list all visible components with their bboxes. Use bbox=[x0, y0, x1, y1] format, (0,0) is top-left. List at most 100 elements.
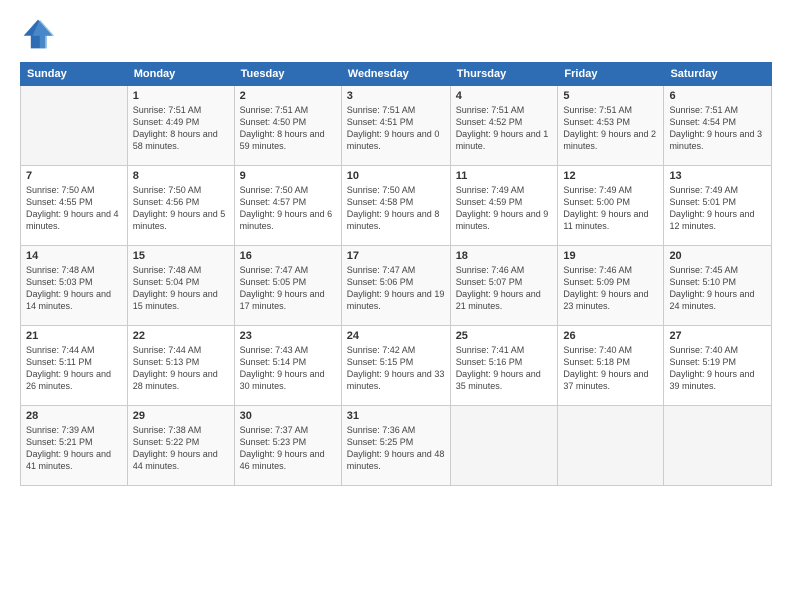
day-info: Sunrise: 7:50 AMSunset: 4:58 PMDaylight:… bbox=[347, 184, 445, 233]
calendar-week-5: 28 Sunrise: 7:39 AMSunset: 5:21 PMDayligh… bbox=[21, 406, 772, 486]
day-number: 10 bbox=[347, 170, 445, 182]
day-number: 21 bbox=[26, 330, 122, 342]
day-info: Sunrise: 7:38 AMSunset: 5:22 PMDaylight:… bbox=[133, 424, 229, 473]
day-number: 17 bbox=[347, 250, 445, 262]
day-number: 15 bbox=[133, 250, 229, 262]
day-info: Sunrise: 7:44 AMSunset: 5:11 PMDaylight:… bbox=[26, 344, 122, 393]
calendar-week-2: 7 Sunrise: 7:50 AMSunset: 4:55 PMDaylight… bbox=[21, 166, 772, 246]
day-number: 12 bbox=[563, 170, 658, 182]
day-info: Sunrise: 7:50 AMSunset: 4:56 PMDaylight:… bbox=[133, 184, 229, 233]
day-number: 20 bbox=[669, 250, 766, 262]
logo-icon bbox=[20, 16, 56, 52]
header bbox=[20, 16, 772, 52]
day-info: Sunrise: 7:39 AMSunset: 5:21 PMDaylight:… bbox=[26, 424, 122, 473]
day-number: 16 bbox=[240, 250, 336, 262]
day-number: 3 bbox=[347, 90, 445, 102]
day-number: 24 bbox=[347, 330, 445, 342]
calendar-cell: 17 Sunrise: 7:47 AMSunset: 5:06 PMDayligh… bbox=[341, 246, 450, 326]
calendar-cell: 21 Sunrise: 7:44 AMSunset: 5:11 PMDayligh… bbox=[21, 326, 128, 406]
day-number: 22 bbox=[133, 330, 229, 342]
day-info: Sunrise: 7:51 AMSunset: 4:52 PMDaylight:… bbox=[456, 104, 553, 153]
calendar-cell: 23Sunrise: 7:43 AMSunset: 5:14 PMDayligh… bbox=[234, 326, 341, 406]
calendar-cell: 25 Sunrise: 7:41 AMSunset: 5:16 PMDayligh… bbox=[450, 326, 558, 406]
day-info: Sunrise: 7:47 AMSunset: 5:06 PMDaylight:… bbox=[347, 264, 445, 313]
day-info: Sunrise: 7:51 AMSunset: 4:50 PMDaylight:… bbox=[240, 104, 336, 153]
calendar-cell: 31 Sunrise: 7:36 AMSunset: 5:25 PMDayligh… bbox=[341, 406, 450, 486]
day-number: 29 bbox=[133, 410, 229, 422]
calendar-cell: 29 Sunrise: 7:38 AMSunset: 5:22 PMDayligh… bbox=[127, 406, 234, 486]
calendar-cell: 5Sunrise: 7:51 AMSunset: 4:53 PMDaylight… bbox=[558, 86, 664, 166]
day-number: 27 bbox=[669, 330, 766, 342]
day-number: 28 bbox=[26, 410, 122, 422]
day-number: 6 bbox=[669, 90, 766, 102]
day-number: 1 bbox=[133, 90, 229, 102]
calendar-cell bbox=[558, 406, 664, 486]
calendar-cell bbox=[450, 406, 558, 486]
calendar-cell: 15 Sunrise: 7:48 AMSunset: 5:04 PMDayligh… bbox=[127, 246, 234, 326]
weekday-header-thursday: Thursday bbox=[450, 63, 558, 86]
calendar-header-row: SundayMondayTuesdayWednesdayThursdayFrid… bbox=[21, 63, 772, 86]
calendar-cell: 12Sunrise: 7:49 AMSunset: 5:00 PMDayligh… bbox=[558, 166, 664, 246]
calendar-cell: 3 Sunrise: 7:51 AMSunset: 4:51 PMDaylight… bbox=[341, 86, 450, 166]
page: SundayMondayTuesdayWednesdayThursdayFrid… bbox=[0, 0, 792, 612]
weekday-header-friday: Friday bbox=[558, 63, 664, 86]
day-info: Sunrise: 7:37 AMSunset: 5:23 PMDaylight:… bbox=[240, 424, 336, 473]
day-info: Sunrise: 7:51 AMSunset: 4:49 PMDaylight:… bbox=[133, 104, 229, 153]
calendar-cell: 24 Sunrise: 7:42 AMSunset: 5:15 PMDayligh… bbox=[341, 326, 450, 406]
weekday-header-tuesday: Tuesday bbox=[234, 63, 341, 86]
calendar-week-1: 1 Sunrise: 7:51 AMSunset: 4:49 PMDaylight… bbox=[21, 86, 772, 166]
day-info: Sunrise: 7:40 AMSunset: 5:19 PMDaylight:… bbox=[669, 344, 766, 393]
calendar-cell: 27 Sunrise: 7:40 AMSunset: 5:19 PMDayligh… bbox=[664, 326, 772, 406]
calendar-cell: 26 Sunrise: 7:40 AMSunset: 5:18 PMDayligh… bbox=[558, 326, 664, 406]
day-number: 18 bbox=[456, 250, 553, 262]
day-number: 25 bbox=[456, 330, 553, 342]
calendar-week-3: 14 Sunrise: 7:48 AMSunset: 5:03 PMDayligh… bbox=[21, 246, 772, 326]
day-info: Sunrise: 7:51 AMSunset: 4:54 PMDaylight:… bbox=[669, 104, 766, 153]
day-info: Sunrise: 7:46 AMSunset: 5:07 PMDaylight:… bbox=[456, 264, 553, 313]
day-number: 8 bbox=[133, 170, 229, 182]
day-info: Sunrise: 7:50 AMSunset: 4:57 PMDaylight:… bbox=[240, 184, 336, 233]
day-number: 19 bbox=[563, 250, 658, 262]
day-number: 30 bbox=[240, 410, 336, 422]
calendar-cell: 28 Sunrise: 7:39 AMSunset: 5:21 PMDayligh… bbox=[21, 406, 128, 486]
day-number: 7 bbox=[26, 170, 122, 182]
day-number: 11 bbox=[456, 170, 553, 182]
day-number: 31 bbox=[347, 410, 445, 422]
calendar-cell: 14 Sunrise: 7:48 AMSunset: 5:03 PMDayligh… bbox=[21, 246, 128, 326]
day-info: Sunrise: 7:36 AMSunset: 5:25 PMDaylight:… bbox=[347, 424, 445, 473]
calendar-cell bbox=[21, 86, 128, 166]
calendar-cell: 19 Sunrise: 7:46 AMSunset: 5:09 PMDayligh… bbox=[558, 246, 664, 326]
weekday-header-wednesday: Wednesday bbox=[341, 63, 450, 86]
day-info: Sunrise: 7:44 AMSunset: 5:13 PMDaylight:… bbox=[133, 344, 229, 393]
day-info: Sunrise: 7:46 AMSunset: 5:09 PMDaylight:… bbox=[563, 264, 658, 313]
day-info: Sunrise: 7:51 AMSunset: 4:53 PMDaylight:… bbox=[563, 104, 658, 153]
calendar-cell: 9 Sunrise: 7:50 AMSunset: 4:57 PMDaylight… bbox=[234, 166, 341, 246]
calendar-cell: 1 Sunrise: 7:51 AMSunset: 4:49 PMDaylight… bbox=[127, 86, 234, 166]
day-info: Sunrise: 7:48 AMSunset: 5:04 PMDaylight:… bbox=[133, 264, 229, 313]
calendar-cell: 30 Sunrise: 7:37 AMSunset: 5:23 PMDayligh… bbox=[234, 406, 341, 486]
calendar-cell: 11Sunrise: 7:49 AMSunset: 4:59 PMDayligh… bbox=[450, 166, 558, 246]
logo bbox=[20, 16, 60, 52]
day-number: 14 bbox=[26, 250, 122, 262]
day-info: Sunrise: 7:50 AMSunset: 4:55 PMDaylight:… bbox=[26, 184, 122, 233]
day-info: Sunrise: 7:45 AMSunset: 5:10 PMDaylight:… bbox=[669, 264, 766, 313]
day-info: Sunrise: 7:42 AMSunset: 5:15 PMDaylight:… bbox=[347, 344, 445, 393]
day-number: 9 bbox=[240, 170, 336, 182]
day-info: Sunrise: 7:41 AMSunset: 5:16 PMDaylight:… bbox=[456, 344, 553, 393]
day-info: Sunrise: 7:40 AMSunset: 5:18 PMDaylight:… bbox=[563, 344, 658, 393]
day-number: 26 bbox=[563, 330, 658, 342]
calendar-cell: 20 Sunrise: 7:45 AMSunset: 5:10 PMDayligh… bbox=[664, 246, 772, 326]
calendar-week-4: 21 Sunrise: 7:44 AMSunset: 5:11 PMDayligh… bbox=[21, 326, 772, 406]
calendar-cell: 13 Sunrise: 7:49 AMSunset: 5:01 PMDayligh… bbox=[664, 166, 772, 246]
day-info: Sunrise: 7:51 AMSunset: 4:51 PMDaylight:… bbox=[347, 104, 445, 153]
day-number: 13 bbox=[669, 170, 766, 182]
day-info: Sunrise: 7:48 AMSunset: 5:03 PMDaylight:… bbox=[26, 264, 122, 313]
calendar-cell: 2Sunrise: 7:51 AMSunset: 4:50 PMDaylight… bbox=[234, 86, 341, 166]
calendar-cell: 10 Sunrise: 7:50 AMSunset: 4:58 PMDayligh… bbox=[341, 166, 450, 246]
day-info: Sunrise: 7:43 AMSunset: 5:14 PMDaylight:… bbox=[240, 344, 336, 393]
weekday-header-sunday: Sunday bbox=[21, 63, 128, 86]
calendar-table: SundayMondayTuesdayWednesdayThursdayFrid… bbox=[20, 62, 772, 486]
weekday-header-saturday: Saturday bbox=[664, 63, 772, 86]
calendar-cell: 8 Sunrise: 7:50 AMSunset: 4:56 PMDaylight… bbox=[127, 166, 234, 246]
day-info: Sunrise: 7:49 AMSunset: 5:01 PMDaylight:… bbox=[669, 184, 766, 233]
